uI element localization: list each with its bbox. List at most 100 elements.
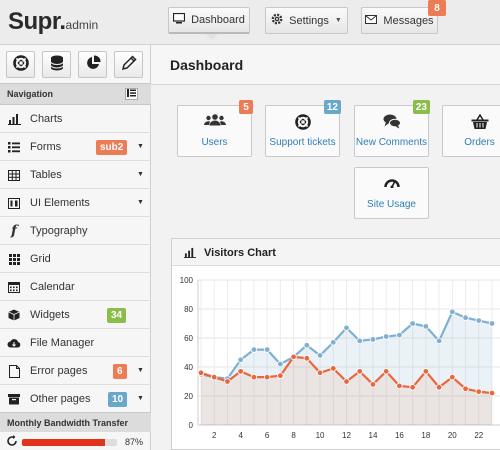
stat-new-comments[interactable]: New Comments 23 xyxy=(354,100,430,157)
data-point xyxy=(382,368,390,375)
y-tick-label: 60 xyxy=(184,334,193,343)
bar-chart-icon xyxy=(7,112,21,126)
data-point xyxy=(488,320,496,327)
chart-header: Visitors Chart xyxy=(172,239,500,266)
cube-icon xyxy=(7,308,21,322)
data-point xyxy=(369,336,377,343)
data-point xyxy=(435,337,443,345)
data-point xyxy=(250,373,258,381)
main-content: Dashboard Users 5 Support tickets 12 New… xyxy=(151,45,500,450)
support-icon xyxy=(266,114,339,130)
cloud-icon xyxy=(7,336,21,350)
stat-site-usage[interactable]: Site Usage xyxy=(354,167,429,219)
chevron-down-icon: ▼ xyxy=(137,199,144,206)
users-icon xyxy=(178,114,251,126)
bandwidth-percent: 87% xyxy=(125,437,144,447)
ui-icon xyxy=(7,196,21,210)
gear-icon xyxy=(271,13,283,28)
quick-actions xyxy=(0,45,151,83)
sidebar-item-tables[interactable]: Tables ▼ xyxy=(0,161,151,189)
data-point xyxy=(263,346,271,353)
chart-title: Visitors Chart xyxy=(204,247,276,259)
x-tick-label: 4 xyxy=(238,431,243,440)
quick-support-button[interactable] xyxy=(6,51,35,78)
stat-site-usage-label: Site Usage xyxy=(367,199,416,210)
data-point xyxy=(396,382,403,390)
data-point xyxy=(409,320,416,327)
grid-icon xyxy=(7,252,21,266)
bar-chart-icon xyxy=(184,247,196,261)
sidebar-item-ui-elements[interactable]: UI Elements ▼ xyxy=(0,189,151,217)
sidebar-item-widgets[interactable]: Widgets 34 xyxy=(0,301,151,329)
data-point xyxy=(475,317,482,324)
y-tick-label: 80 xyxy=(184,305,193,314)
brand-logo[interactable]: Supr.admin xyxy=(8,8,98,36)
quick-edit-button[interactable] xyxy=(114,51,143,78)
messages-button[interactable]: Messages xyxy=(361,7,438,34)
dashboard-label: Dashboard xyxy=(191,14,245,26)
stat-users[interactable]: Users 5 xyxy=(177,100,253,157)
data-point xyxy=(369,381,377,388)
stat-new-comments-label: New Comments xyxy=(355,137,428,148)
envelope-icon xyxy=(365,14,378,27)
data-point xyxy=(488,389,496,397)
data-point xyxy=(435,384,443,391)
settings-button[interactable]: Settings ▼ xyxy=(265,7,348,34)
data-point xyxy=(462,314,469,321)
data-point xyxy=(237,356,244,363)
quick-database-button[interactable] xyxy=(42,51,71,78)
top-header: Supr.admin Dashboard Settings ▼ Messages… xyxy=(0,0,500,45)
chevron-down-icon: ▼ xyxy=(137,143,144,150)
navigation-toggle-button[interactable] xyxy=(125,88,138,100)
data-point xyxy=(462,385,469,392)
data-point xyxy=(277,360,284,368)
bandwidth-progress-fill xyxy=(22,439,105,446)
data-point xyxy=(197,369,205,376)
sidebar-item-label: Widgets xyxy=(30,309,70,321)
page-header: Dashboard xyxy=(151,45,500,85)
bandwidth-row: 87% xyxy=(0,433,151,450)
chevron-down-icon: ▼ xyxy=(334,17,342,24)
stat-orders[interactable]: Orders xyxy=(442,105,500,157)
sidebar-item-other-pages[interactable]: Other pages 10 ▼ xyxy=(0,385,151,413)
data-point xyxy=(422,323,430,330)
stat-users-label: Users xyxy=(201,137,228,148)
sidebar-item-error-pages[interactable]: Error pages 6 ▼ xyxy=(0,357,151,385)
active-indicator xyxy=(206,34,218,40)
data-point xyxy=(356,337,363,345)
sidebar-item-charts[interactable]: Charts xyxy=(0,105,151,133)
stat-support-tickets-label: Support tickets xyxy=(269,137,336,148)
sidebar-item-forms[interactable]: Forms sub2 ▼ xyxy=(0,133,151,161)
y-tick-label: 20 xyxy=(184,392,193,401)
sidebar-item-grid[interactable]: Grid xyxy=(0,245,151,273)
quick-stats-button[interactable] xyxy=(78,51,107,78)
table-icon xyxy=(7,168,21,182)
navigation-header: Navigation xyxy=(0,83,151,105)
x-tick-label: 18 xyxy=(421,431,430,440)
data-point xyxy=(330,339,337,346)
sidebar: Navigation Charts Forms sub2 ▼ Tables ▼ … xyxy=(0,45,151,450)
list-toggle-icon xyxy=(127,89,136,99)
data-point xyxy=(396,331,403,339)
stat-new-comments-badge: 23 xyxy=(412,100,430,114)
y-tick-label: 40 xyxy=(184,363,193,372)
sidebar-item-typography[interactable]: f Typography xyxy=(0,217,151,245)
sidebar-item-label: Charts xyxy=(30,113,63,125)
x-tick-label: 14 xyxy=(369,431,378,440)
widgets-badge: 34 xyxy=(107,308,127,323)
stat-support-tickets[interactable]: Support tickets 12 xyxy=(265,100,341,157)
chevron-down-icon: ▼ xyxy=(137,367,144,374)
data-point xyxy=(303,355,311,362)
data-point xyxy=(290,353,297,361)
data-point xyxy=(303,342,311,349)
page-title: Dashboard xyxy=(170,57,244,73)
sidebar-item-calendar[interactable]: Calendar xyxy=(0,273,151,301)
bandwidth-header: Monthly Bandwidth Transfer xyxy=(0,412,151,432)
sidebar-item-file-manager[interactable]: File Manager xyxy=(0,329,151,357)
data-point xyxy=(250,346,258,353)
bandwidth-title: Monthly Bandwidth Transfer xyxy=(7,417,129,428)
dashboard-button[interactable]: Dashboard xyxy=(168,7,250,34)
x-tick-label: 22 xyxy=(474,431,483,440)
settings-label: Settings xyxy=(289,14,329,27)
bandwidth-progress-bar xyxy=(22,439,117,446)
